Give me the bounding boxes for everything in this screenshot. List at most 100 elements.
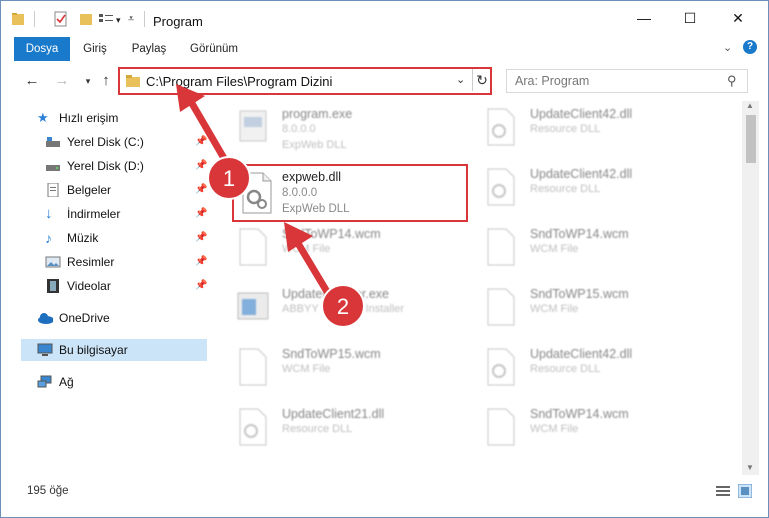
wcm-file-icon [239, 348, 267, 386]
tab-view[interactable]: Görünüm [187, 37, 241, 61]
sidebar-item-network[interactable]: Ağ [21, 371, 207, 393]
file-item[interactable]: SndToWP14.wcm WCM File [456, 401, 696, 457]
back-arrow-icon: ← [24, 72, 40, 89]
properties-icon[interactable] [53, 11, 69, 27]
videos-icon [47, 279, 59, 293]
address-path[interactable]: C:\Program Files\Program Dizini [146, 74, 332, 89]
tab-file[interactable]: Dosya [14, 37, 70, 61]
maximize-button[interactable]: ☐ [667, 1, 713, 35]
file-name: UpdateClient42.dll [530, 107, 633, 121]
item-count: 195 öğe [27, 485, 69, 497]
file-name: UpdateClient42.dll [530, 167, 633, 181]
sidebar-item-documents[interactable]: Belgeler 📌 [29, 179, 215, 201]
address-bar-row: ← → ▾ ↑ C:\Program Files\Program Dizini … [1, 61, 768, 101]
drive-icon [46, 165, 60, 171]
pin-icon[interactable]: 📌 [195, 155, 207, 177]
help-icon[interactable]: ? [743, 40, 757, 54]
file-item[interactable]: UpdateInstaller.exe ABBYY Updates Instal… [208, 281, 448, 337]
large-icons-view-icon[interactable] [738, 484, 752, 498]
file-name: SndToWP14.wcm [530, 227, 629, 241]
refresh-button[interactable]: ↻ [472, 69, 491, 91]
close-icon: ✕ [732, 9, 744, 26]
address-dropdown-icon[interactable]: ⌄ [456, 73, 465, 86]
pin-icon[interactable]: 📌 [195, 131, 207, 153]
exe-icon [239, 110, 267, 142]
sidebar-item-disk-c[interactable]: Yerel Disk (C:) 📌 [29, 131, 215, 153]
customize-toolbar-icon[interactable]: ⩡ [128, 13, 134, 29]
file-item[interactable]: SndToWP14.wcm WCM File [208, 221, 448, 277]
pin-icon[interactable]: 📌 [195, 227, 207, 249]
sidebar-item-label: Yerel Disk (C:) [67, 135, 144, 149]
file-explorer-window: ▾ ⩡ Program — ☐ ✕ Dosya Giriş Paylaş Gör… [0, 0, 769, 518]
pin-icon[interactable]: 📌 [195, 203, 207, 225]
file-item[interactable]: SndToWP14.wcm WCM File [456, 221, 696, 277]
recent-locations-button[interactable]: ▾ [79, 72, 97, 90]
file-item[interactable]: UpdateClient42.dll Resource DLL [456, 341, 696, 397]
forward-button[interactable]: → [53, 72, 71, 90]
file-name: SndToWP14.wcm [282, 227, 381, 241]
back-button[interactable]: ← [23, 72, 41, 90]
dll-icon [239, 408, 267, 446]
view-details-icon[interactable] [98, 11, 114, 27]
file-item[interactable]: SndToWP15.wcm WCM File [456, 281, 696, 337]
file-item[interactable]: SndToWP15.wcm WCM File [208, 341, 448, 397]
file-description: Resource DLL [282, 423, 353, 435]
separator [34, 11, 35, 27]
file-version: 8.0.0.0 [282, 187, 318, 199]
address-bar[interactable]: C:\Program Files\Program Dizini ⌄ [118, 67, 492, 95]
installer-icon [237, 292, 269, 320]
sidebar-item-label: Videolar [67, 279, 111, 293]
dll-icon [487, 348, 515, 386]
sidebar-item-this-pc[interactable]: Bu bilgisayar [21, 339, 207, 361]
sidebar-item-disk-d[interactable]: Yerel Disk (D:) 📌 [29, 155, 215, 177]
refresh-icon: ↻ [476, 72, 488, 88]
file-name: UpdateClient21.dll [282, 407, 385, 421]
search-input[interactable]: Ara: Program ⚲ [506, 69, 748, 93]
pictures-icon [45, 256, 61, 268]
tab-share[interactable]: Paylaş [127, 37, 171, 61]
sidebar-item-label: Resimler [67, 255, 115, 269]
sidebar-item-label: OneDrive [59, 311, 110, 325]
details-view-icon[interactable] [716, 485, 730, 497]
download-icon: ↓ [45, 205, 53, 222]
qa-dropdown-icon[interactable]: ▾ [116, 15, 121, 31]
up-arrow-icon: ↑ [102, 72, 110, 89]
close-button[interactable]: ✕ [715, 1, 761, 35]
dll-icon [487, 168, 515, 206]
folder-icon[interactable] [11, 11, 25, 27]
sidebar-item-pictures[interactable]: Resimler 📌 [29, 251, 215, 273]
wcm-file-icon [487, 228, 515, 266]
minimize-button[interactable]: — [621, 1, 667, 35]
sidebar-item-onedrive[interactable]: OneDrive [21, 307, 207, 329]
scrollbar-thumb[interactable] [746, 115, 756, 163]
highlighted-file-item[interactable]: expweb.dll 8.0.0.0 ExpWeb DLL [232, 164, 468, 222]
up-button[interactable]: ↑ [97, 72, 115, 90]
file-item[interactable]: program.exe 8.0.0.0 ExpWeb DLL [208, 101, 448, 157]
sidebar-item-videos[interactable]: Videolar 📌 [29, 275, 215, 297]
status-bar: 195 öğe [1, 475, 768, 505]
file-name: SndToWP15.wcm [282, 347, 381, 361]
scroll-up-icon[interactable]: ▲ [746, 101, 754, 110]
scroll-down-icon[interactable]: ▼ [746, 463, 754, 472]
tab-home[interactable]: Giriş [77, 37, 113, 61]
pin-icon[interactable]: 📌 [195, 275, 207, 297]
sidebar-item-quick-access[interactable]: ★ Hızlı erişim [21, 107, 207, 129]
pin-icon[interactable]: 📌 [195, 179, 207, 201]
cloud-icon [38, 313, 53, 324]
file-item[interactable]: UpdateClient42.dll Resource DLL [456, 101, 696, 157]
file-item[interactable]: UpdateClient21.dll Resource DLL [208, 401, 448, 457]
ribbon-expand-icon[interactable]: ⌄ [723, 41, 732, 54]
vertical-scrollbar[interactable]: ▲ ▼ [742, 101, 759, 475]
sidebar-item-label: Yerel Disk (D:) [67, 159, 144, 173]
pin-icon[interactable]: 📌 [195, 251, 207, 273]
file-description: Resource DLL [530, 363, 601, 375]
sidebar-item-music[interactable]: ♪ Müzik 📌 [29, 227, 215, 249]
file-list: program.exe 8.0.0.0 ExpWeb DLL SndToWP14… [208, 101, 736, 475]
file-name: expweb.dll [282, 170, 342, 184]
sidebar-item-downloads[interactable]: ↓ İndirmeler 📌 [29, 203, 215, 225]
new-folder-icon[interactable] [79, 11, 93, 27]
documents-icon [47, 183, 59, 197]
file-item[interactable]: UpdateClient42.dll Resource DLL [456, 161, 696, 217]
navigation-pane: ★ Hızlı erişim Yerel Disk (C:) 📌 Yerel D… [1, 101, 208, 475]
ribbon-tabs: Dosya Giriş Paylaş Görünüm ⌄ ? [1, 37, 768, 62]
